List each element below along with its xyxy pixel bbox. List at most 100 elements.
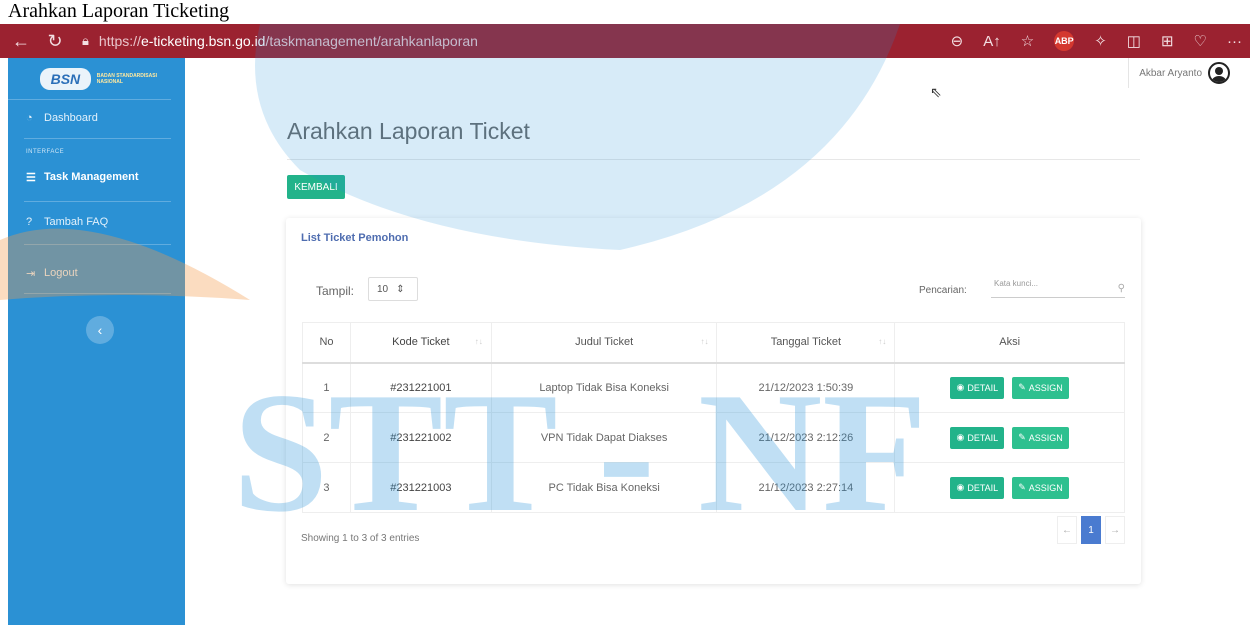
topbar: Akbar Aryanto — [185, 58, 1250, 100]
card-title: List Ticket Pemohon — [301, 232, 409, 244]
sidebar-item-label: Task Management — [44, 171, 139, 183]
column-header-tanggal[interactable]: Tanggal Ticket ↑↓ — [716, 322, 896, 364]
logout-icon: ⇥ — [26, 267, 36, 280]
user-name: Akbar Aryanto — [1139, 67, 1202, 79]
url-host: e-ticketing.bsn.go.id — [140, 33, 266, 49]
eye-icon: ◉ — [956, 382, 965, 393]
search-input[interactable]: Kata kunci... ⚲ — [991, 276, 1125, 298]
pagination-page-1[interactable]: 1 — [1081, 516, 1101, 544]
cell-title: PC Tidak Bisa Koneksi — [490, 462, 718, 513]
pencil-icon: ✎ — [1018, 432, 1026, 442]
sidebar-divider — [24, 201, 171, 202]
assign-button[interactable]: ✎ ASSIGN — [1012, 376, 1069, 399]
cell-title: VPN Tidak Dapat Diakses — [490, 412, 718, 463]
column-header-aksi: Aksi — [894, 322, 1125, 364]
document-caption: Arahkan Laporan Ticketing — [0, 0, 1250, 24]
column-header-no[interactable]: No — [302, 322, 351, 364]
address-bar[interactable]: 🔒︎ https://e-ticketing.bsn.go.id/taskman… — [82, 28, 842, 54]
sidebar-item-label: Dashboard — [44, 112, 98, 124]
cell-date: 21/12/2023 2:12:26 — [716, 412, 896, 463]
cell-actions: ◉ DETAIL ✎ ASSIGN — [894, 362, 1125, 413]
sidebar-item-tambah-faq[interactable]: ? Tambah FAQ — [8, 204, 185, 240]
user-menu[interactable]: Akbar Aryanto — [1128, 58, 1230, 88]
back-button[interactable]: KEMBALI — [287, 175, 345, 199]
read-aloud-icon[interactable]: A↑ — [983, 33, 1001, 50]
collections-icon[interactable]: ⊞ — [1161, 32, 1174, 50]
lock-icon: 🔒︎ — [82, 33, 89, 48]
cell-no: 2 — [302, 412, 351, 463]
brand[interactable]: BSN BADAN STANDARDISASI NASIONAL — [8, 58, 171, 100]
split-screen-icon[interactable]: ◫ — [1127, 32, 1141, 50]
question-icon: ? — [26, 216, 33, 228]
cell-code: #231221002 — [349, 412, 492, 463]
sort-icon: ↑↓ — [700, 337, 709, 346]
sidebar-divider — [24, 293, 171, 294]
cell-no: 1 — [302, 362, 351, 413]
ticket-table: No Kode Ticket ↑↓ Judul Ticket ↑↓ Tanggal … — [302, 322, 1125, 513]
page-size-label: Tampil: — [316, 284, 355, 298]
sidebar-divider — [24, 244, 171, 245]
table-header-row: No Kode Ticket ↑↓ Judul Ticket ↑↓ Tanggal … — [302, 322, 1125, 364]
sort-icon: ↑↓ — [878, 337, 887, 346]
divider — [287, 159, 1140, 160]
cell-date: 21/12/2023 2:27:14 — [716, 462, 896, 513]
page-size-select[interactable]: 10 ⇕ — [368, 277, 418, 301]
sidebar-item-dashboard[interactable]: ◔ Dashboard — [8, 100, 185, 136]
detail-button[interactable]: ◉ DETAIL — [950, 476, 1005, 499]
extensions-icon[interactable]: ✧ — [1094, 32, 1107, 50]
bsn-logo-subtitle: BADAN STANDARDISASI NASIONAL — [96, 72, 157, 85]
select-arrows-icon: ⇕ — [396, 283, 405, 295]
sort-icon: ↑↓ — [474, 337, 483, 346]
cell-code: #231221001 — [349, 362, 492, 413]
table-info: Showing 1 to 3 of 3 entries — [301, 533, 420, 544]
url-path: /taskmanagement/arahkanlaporan — [265, 33, 478, 49]
browser-toolbar: ← ↻ 🔒︎ https://e-ticketing.bsn.go.id/tas… — [0, 24, 1250, 58]
pagination: ← 1 → — [1057, 516, 1125, 544]
sidebar-item-task-management[interactable]: ☰ Task Management — [8, 159, 185, 195]
page-size-value: 10 — [377, 283, 389, 295]
pagination-next[interactable]: → — [1105, 516, 1125, 544]
favorite-icon[interactable]: ☆ — [1021, 32, 1034, 50]
sidebar-heading: INTERFACE — [26, 149, 65, 155]
health-icon[interactable]: ♡ — [1194, 32, 1207, 50]
sidebar-divider — [24, 138, 171, 139]
pencil-icon: ✎ — [1018, 482, 1026, 492]
detail-button[interactable]: ◉ DETAIL — [950, 426, 1005, 449]
detail-button[interactable]: ◉ DETAIL — [950, 376, 1005, 399]
pagination-prev[interactable]: ← — [1057, 516, 1077, 544]
zoom-icon[interactable]: ⊖ — [951, 32, 964, 50]
column-header-kode[interactable]: Kode Ticket ↑↓ — [349, 322, 492, 364]
refresh-icon[interactable]: ↻ — [42, 31, 68, 52]
page-title: Arahkan Laporan Ticket — [287, 118, 530, 144]
cell-actions: ◉ DETAIL ✎ ASSIGN — [894, 462, 1125, 513]
adblock-icon[interactable]: ABP — [1054, 31, 1075, 51]
back-icon[interactable]: ← — [8, 31, 34, 52]
more-icon[interactable]: ··· — [1227, 33, 1242, 50]
search-icon: ⚲ — [1117, 283, 1125, 294]
dashboard-icon: ◔ — [26, 112, 33, 124]
list-icon: ☰ — [26, 171, 36, 184]
mouse-cursor-icon: ⇖ — [930, 84, 942, 100]
table-row: 1 #231221001 Laptop Tidak Bisa Koneksi 2… — [302, 362, 1125, 413]
search-label: Pencarian: — [919, 285, 967, 296]
search-placeholder: Kata kunci... — [994, 279, 1039, 288]
assign-button[interactable]: ✎ ASSIGN — [1012, 426, 1069, 449]
cell-no: 3 — [302, 462, 351, 513]
sidebar-collapse-button[interactable]: ‹ — [86, 316, 114, 344]
pencil-icon: ✎ — [1018, 382, 1026, 393]
bsn-logo: BSN — [40, 67, 91, 90]
table-row: 2 #231221002 VPN Tidak Dapat Diakses 21/… — [302, 412, 1125, 463]
sidebar: BSN BADAN STANDARDISASI NASIONAL ◔ Dashb… — [8, 58, 185, 625]
sidebar-item-label: Logout — [44, 267, 78, 279]
browser-tools: ⊖ A↑ ☆ ABP ✧ ◫ ⊞ ♡ ··· — [951, 24, 1242, 58]
cell-title: Laptop Tidak Bisa Koneksi — [490, 362, 718, 413]
eye-icon: ◉ — [956, 482, 965, 492]
sidebar-item-label: Tambah FAQ — [44, 216, 109, 228]
url-scheme: https:// — [98, 33, 141, 49]
sidebar-item-logout[interactable]: ⇥ Logout — [8, 255, 185, 291]
column-header-judul[interactable]: Judul Ticket ↑↓ — [490, 322, 718, 364]
avatar — [1208, 62, 1230, 84]
assign-button[interactable]: ✎ ASSIGN — [1012, 476, 1069, 499]
cell-actions: ◉ DETAIL ✎ ASSIGN — [894, 412, 1125, 463]
eye-icon: ◉ — [956, 432, 965, 442]
